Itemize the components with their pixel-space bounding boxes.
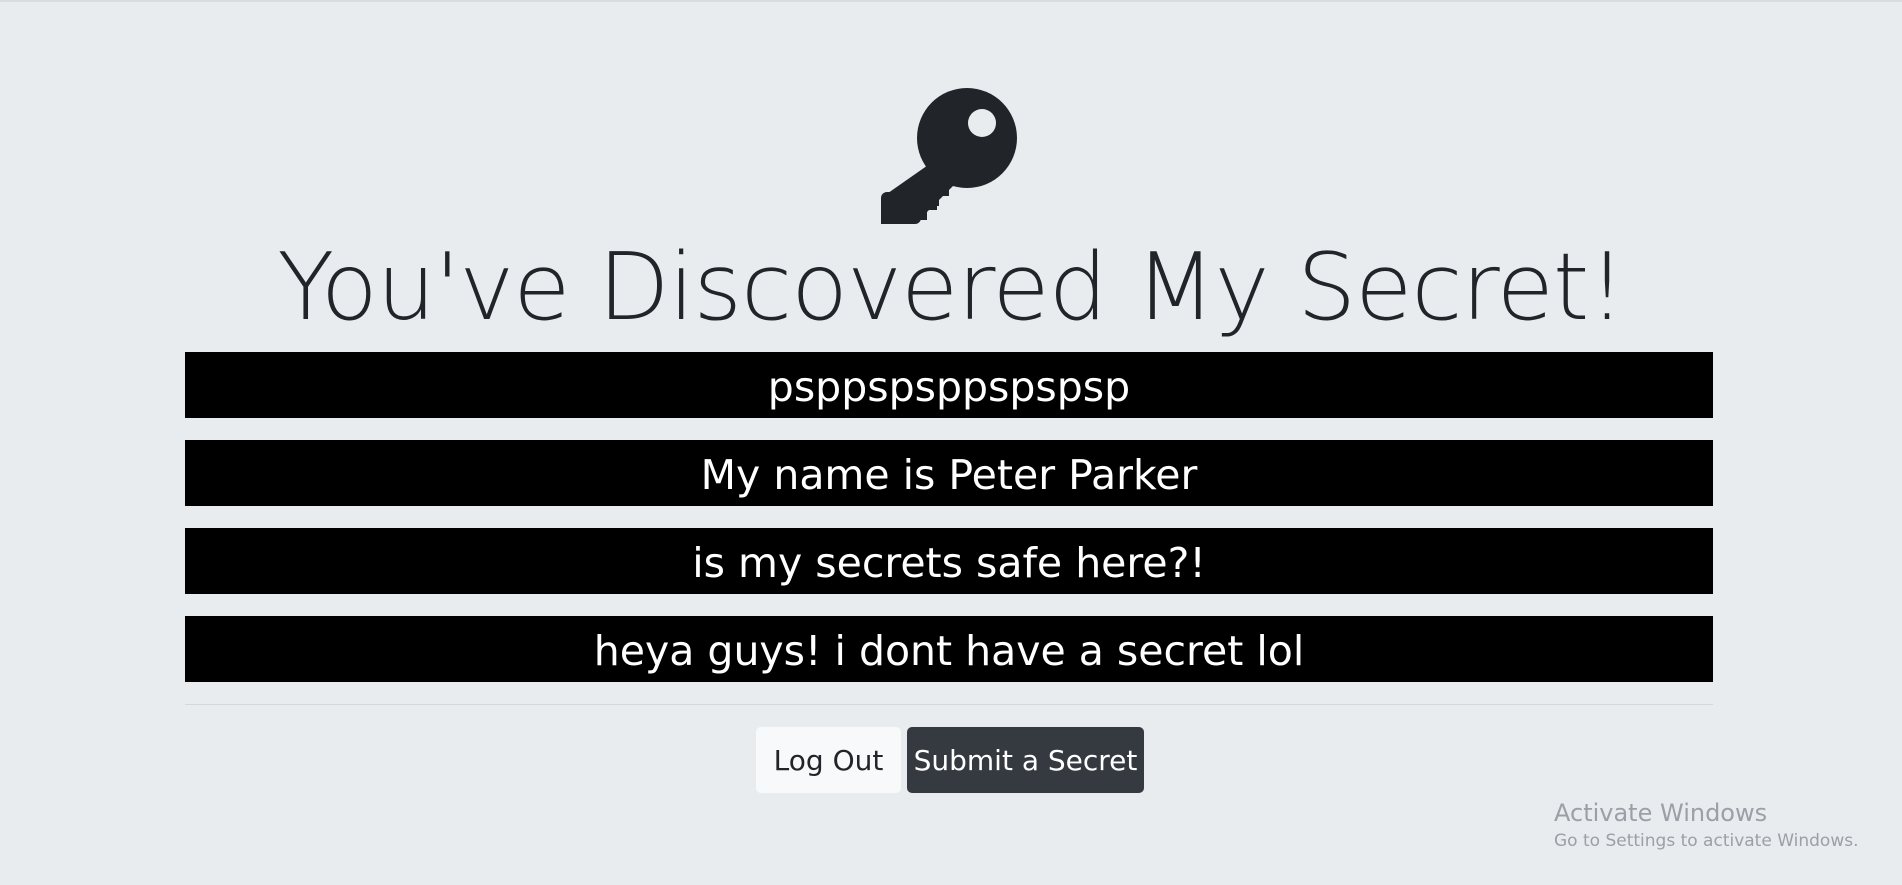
logout-button[interactable]: Log Out: [756, 727, 901, 793]
page-title: You've Discovered My Secret!: [277, 233, 1625, 341]
secret-item: heya guys! i dont have a secret lol: [185, 616, 1713, 682]
secret-item: is my secrets safe here?!: [185, 528, 1713, 594]
activate-windows-watermark: Activate Windows Go to Settings to activ…: [1554, 798, 1859, 854]
key-icon: [881, 88, 1017, 224]
jumbotron: You've Discovered My Secret! psppspsppsp…: [0, 0, 1902, 885]
watermark-subtitle: Go to Settings to activate Windows.: [1554, 831, 1859, 851]
divider: [185, 704, 1713, 705]
secret-item: My name is Peter Parker: [185, 440, 1713, 506]
secret-list: psppspsppspspsp My name is Peter Parker …: [185, 352, 1713, 704]
submit-secret-button[interactable]: Submit a Secret: [907, 727, 1144, 793]
watermark-title: Activate Windows: [1554, 799, 1768, 827]
secret-item: psppspsppspspsp: [185, 352, 1713, 418]
